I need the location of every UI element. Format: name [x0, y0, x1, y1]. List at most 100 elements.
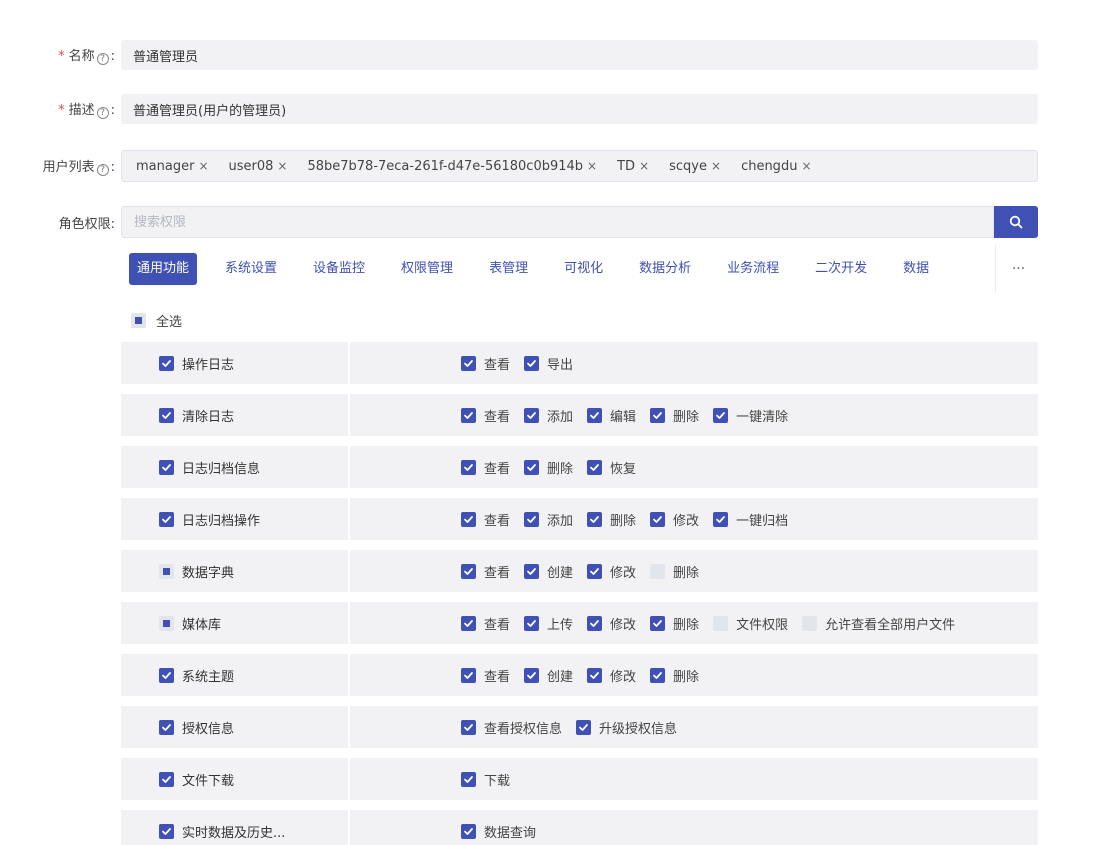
users-select[interactable]: manager × user08 × 58be7b78-7eca-261f-d47e-5… [121, 150, 1038, 182]
tab-0[interactable]: 通用功能 [129, 253, 198, 285]
checkbox[interactable] [461, 667, 476, 683]
tab-6[interactable]: 数据分析 [631, 253, 699, 285]
permission-option[interactable]: 查看 [461, 614, 510, 633]
checkbox[interactable] [524, 563, 540, 579]
desc-field[interactable]: 普通管理员(用户的管理员) [121, 94, 1038, 124]
permission-option[interactable]: 删除 [650, 666, 699, 685]
checkbox[interactable] [461, 511, 476, 527]
checkbox[interactable] [524, 511, 540, 527]
remove-tag-icon[interactable]: × [198, 159, 208, 173]
select-all-checkbox[interactable] [131, 313, 146, 328]
permission-option[interactable]: 查看 [461, 406, 510, 425]
permission-module[interactable]: 授权信息 [121, 706, 348, 748]
checkbox[interactable] [461, 771, 476, 787]
checkbox[interactable] [587, 615, 603, 631]
permission-option[interactable]: 文件权限 [713, 614, 788, 633]
permission-option[interactable]: 删除 [650, 406, 699, 425]
checkbox[interactable] [524, 355, 540, 371]
permission-module[interactable]: 实时数据及历史... [121, 810, 348, 845]
checkbox[interactable] [524, 407, 540, 423]
permission-option[interactable]: 编辑 [587, 406, 636, 425]
tab-8[interactable]: 二次开发 [807, 253, 875, 285]
permission-option[interactable]: 升级授权信息 [576, 718, 677, 737]
checkbox[interactable] [159, 563, 174, 579]
permission-option[interactable]: 删除 [650, 562, 699, 581]
checkbox[interactable] [576, 719, 592, 735]
help-icon[interactable]: ? [96, 53, 109, 65]
permission-module[interactable]: 媒体库 [121, 602, 348, 644]
tab-2[interactable]: 设备监控 [305, 253, 373, 285]
name-field[interactable]: 普通管理员 [121, 40, 1038, 70]
permission-option[interactable]: 查看 [461, 354, 510, 373]
more-tabs-button[interactable]: ··· [995, 245, 1041, 293]
checkbox[interactable] [159, 771, 174, 787]
checkbox[interactable] [650, 407, 666, 423]
permission-module[interactable]: 系统主题 [121, 654, 348, 696]
checkbox[interactable] [461, 459, 476, 475]
permission-module[interactable]: 清除日志 [121, 394, 348, 436]
permission-option[interactable]: 恢复 [587, 458, 636, 477]
checkbox[interactable] [159, 511, 174, 527]
checkbox[interactable] [587, 667, 603, 683]
permission-module[interactable]: 文件下载 [121, 758, 348, 800]
tab-1[interactable]: 系统设置 [217, 253, 285, 285]
checkbox[interactable] [461, 719, 476, 735]
remove-tag-icon[interactable]: × [277, 159, 287, 173]
permission-option[interactable]: 上传 [524, 614, 573, 633]
permission-option[interactable]: 数据查询 [461, 822, 536, 841]
checkbox[interactable] [524, 459, 540, 475]
checkbox[interactable] [461, 615, 476, 631]
checkbox[interactable] [159, 615, 174, 631]
permission-option[interactable]: 修改 [587, 562, 636, 581]
checkbox[interactable] [713, 407, 729, 423]
checkbox[interactable] [159, 459, 174, 475]
perm-search-input[interactable] [121, 206, 994, 238]
help-icon[interactable]: ? [96, 164, 109, 176]
permission-option[interactable]: 删除 [650, 614, 699, 633]
help-icon[interactable]: ? [96, 107, 109, 119]
checkbox[interactable] [587, 407, 603, 423]
select-all[interactable]: 全选 [131, 311, 182, 330]
tab-5[interactable]: 可视化 [556, 253, 611, 285]
checkbox[interactable] [524, 667, 540, 683]
permission-option[interactable]: 一键清除 [713, 406, 788, 425]
permission-module[interactable]: 数据字典 [121, 550, 348, 592]
checkbox[interactable] [461, 823, 476, 839]
checkbox[interactable] [802, 615, 818, 631]
permission-option[interactable]: 删除 [524, 458, 573, 477]
checkbox[interactable] [461, 407, 476, 423]
remove-tag-icon[interactable]: × [587, 159, 597, 173]
tab-3[interactable]: 权限管理 [393, 253, 461, 285]
tab-7[interactable]: 业务流程 [719, 253, 787, 285]
permission-option[interactable]: 查看 [461, 458, 510, 477]
permission-option[interactable]: 添加 [524, 406, 573, 425]
permission-option[interactable]: 创建 [524, 562, 573, 581]
checkbox[interactable] [650, 667, 666, 683]
checkbox[interactable] [159, 667, 174, 683]
checkbox[interactable] [587, 511, 603, 527]
permission-option[interactable]: 一键归档 [713, 510, 788, 529]
permission-module[interactable]: 日志归档操作 [121, 498, 348, 540]
permission-option[interactable]: 查看授权信息 [461, 718, 562, 737]
checkbox[interactable] [650, 511, 666, 527]
permission-module[interactable]: 操作日志 [121, 342, 348, 384]
permission-option[interactable]: 添加 [524, 510, 573, 529]
tab-9[interactable]: 数据 [895, 253, 937, 285]
checkbox[interactable] [159, 407, 174, 423]
checkbox[interactable] [461, 563, 476, 579]
permission-option[interactable]: 导出 [524, 354, 573, 373]
remove-tag-icon[interactable]: × [639, 159, 649, 173]
permission-option[interactable]: 修改 [650, 510, 699, 529]
remove-tag-icon[interactable]: × [801, 159, 811, 173]
checkbox[interactable] [650, 615, 666, 631]
remove-tag-icon[interactable]: × [711, 159, 721, 173]
checkbox[interactable] [650, 563, 666, 579]
checkbox[interactable] [713, 511, 729, 527]
permission-option[interactable]: 修改 [587, 666, 636, 685]
checkbox[interactable] [587, 563, 603, 579]
checkbox[interactable] [713, 615, 729, 631]
permission-module[interactable]: 日志归档信息 [121, 446, 348, 488]
search-button[interactable] [994, 206, 1038, 238]
permission-option[interactable]: 允许查看全部用户文件 [802, 614, 955, 633]
checkbox[interactable] [587, 459, 603, 475]
